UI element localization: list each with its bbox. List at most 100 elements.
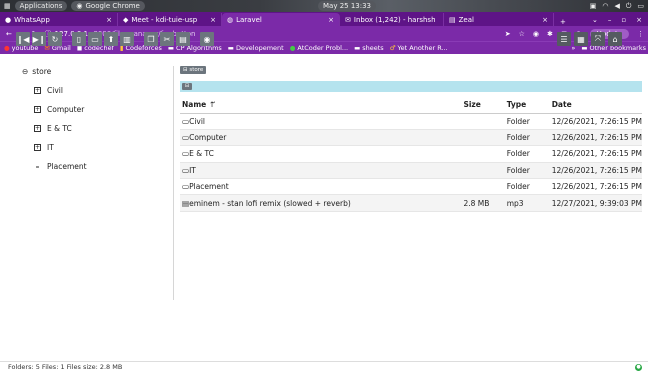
bookmark-developement[interactable]: ▬ Developement [228,44,284,52]
disk-selector-bar: ⊟ [180,81,642,92]
nav-forward-icon[interactable]: ▶❙ [32,32,46,46]
expand-icon[interactable]: + [34,124,41,132]
settings-icon[interactable]: ⌂ [608,32,622,46]
status-ok-icon[interactable]: ● [635,364,642,371]
breadcrumb[interactable]: ⊟ store [180,66,207,74]
view-toolbar: ☰ ▦ ⤧ ⌂ [557,32,622,46]
upload-icon[interactable]: ⬆ [104,32,118,46]
folder-icon: ▬ [354,44,361,52]
tree-item-computer[interactable]: + Computer [34,104,87,114]
tree-item-placement[interactable]: – Placement [34,161,87,171]
pane-divider[interactable] [173,66,174,300]
expand-icon[interactable]: + [34,105,41,113]
bookmark-atcoder[interactable]: ● AtCoder Probl... [290,44,348,52]
chevron-down-icon[interactable]: ⌄ [592,16,598,24]
puzzle-icon[interactable]: ✱ [547,30,553,38]
link-icon: ♂ [389,44,396,52]
send-icon[interactable]: ➤ [505,30,511,38]
copy-icon[interactable]: ❐ [144,32,158,46]
cut-icon[interactable]: ✂ [160,32,174,46]
meet-icon: ◆ [123,15,129,24]
tab-meet[interactable]: ◆ Meet - kdi-tuie-usp × [118,13,222,26]
table-row[interactable]: ▭Placement Folder 12/26/2021, 7:26:15 PM [180,178,642,196]
back-icon[interactable]: ← [6,30,12,38]
tab-inbox[interactable]: ✉ Inbox (1,242) - harshsh × [340,13,444,26]
table-row[interactable]: ▭IT Folder 12/26/2021, 7:26:15 PM [180,162,642,180]
youtube-icon: ● [4,44,10,52]
minimize-icon[interactable]: – [608,16,612,24]
applications-label: Applications [19,2,63,10]
new-tab-button[interactable]: + [554,18,572,26]
gmail-icon: ✉ [345,15,351,24]
applications-menu[interactable]: Applications [14,1,68,11]
list-view-icon[interactable]: ☰ [557,32,571,46]
tab-laravel[interactable]: ◍ Laravel × [222,13,340,26]
wifi-icon[interactable]: ◠ [602,2,608,10]
collapse-icon[interactable]: – [34,162,41,171]
folder-tree: ⊖ store + Civil + Computer + E & TC + IT… [22,66,87,171]
bookmark-sheets[interactable]: ▬ sheets [354,44,384,52]
maximize-icon[interactable]: ▫ [621,16,626,24]
close-window-icon[interactable]: × [636,16,642,24]
delete-icon[interactable]: ▥ [120,32,134,46]
file-table: Name ↑⃗ Size Type Date ▭Civil Folder 12/… [180,97,642,212]
status-bar: Folders: 5 Files: 1 Files size: 2.8 MB ● [0,361,648,373]
system-tray[interactable]: ▣ ◠ ◀ ⏻ ▭ [590,0,644,12]
nav-back-icon[interactable]: ❙◀ [16,32,30,46]
star-icon[interactable]: ☆ [519,30,525,38]
laravel-icon: ◍ [227,15,234,24]
zeal-icon: ▤ [449,15,456,24]
extension-icon[interactable]: ◉ [533,30,539,38]
atcoder-icon: ● [289,44,296,52]
whatsapp-icon: ● [5,15,12,24]
expand-icon[interactable]: + [34,86,41,94]
tree-item-civil[interactable]: + Civil [34,85,87,95]
refresh-icon[interactable]: ↻ [48,32,62,46]
fullscreen-icon[interactable]: ⤧ [591,32,605,46]
tree-item-etc[interactable]: + E & TC [34,123,87,133]
column-type[interactable]: Type [504,97,550,114]
disk-button[interactable]: ⊟ [182,83,192,90]
table-row[interactable]: ▭Civil Folder 12/26/2021, 7:26:15 PM [180,113,642,130]
disk-icon: ⊖ [22,66,29,76]
chrome-icon: ◉ [76,2,83,10]
battery-icon[interactable]: ▭ [637,2,644,10]
bookmark-yet-another[interactable]: ♂ Yet Another R... [390,44,448,52]
os-top-bar: ▦ Applications ◉ Google Chrome May 25 13… [0,0,648,12]
tab-whatsapp[interactable]: ● WhatsApp × [0,13,118,26]
sort-icon[interactable]: ↑⃗ [209,100,215,109]
status-text: Folders: 5 Files: 1 Files size: 2.8 MB [8,363,123,371]
tab-zeal[interactable]: ▤ Zeal × [444,13,554,26]
browser-tab-strip: ● WhatsApp × ◆ Meet - kdi-tuie-usp × ◍ L… [0,12,648,26]
close-icon[interactable]: × [100,16,112,24]
tree-item-it[interactable]: + IT [34,142,87,152]
table-row[interactable]: ▭E & TC Folder 12/26/2021, 7:26:15 PM [180,145,642,163]
close-icon[interactable]: × [204,16,216,24]
volume-icon[interactable]: ◀ [614,2,619,10]
paste-icon[interactable]: ▤ [176,32,190,46]
table-row[interactable]: ▭Computer Folder 12/26/2021, 7:26:15 PM [180,129,642,147]
grid-view-icon[interactable]: ▦ [574,32,588,46]
table-row[interactable]: ▤eminem - stan lofi remix (slowed + reve… [180,194,642,212]
column-date[interactable]: Date [549,97,642,114]
active-app-indicator[interactable]: ◉ Google Chrome [71,1,145,11]
column-size[interactable]: Size [461,97,505,114]
new-folder-icon[interactable]: ▭ [88,32,102,46]
table-header-row: Name ↑⃗ Size Type Date [180,97,642,114]
power-icon[interactable]: ⏻ [626,2,632,11]
apps-grid-icon[interactable]: ▦ [4,2,11,10]
disk-icon: ⊟ [183,67,188,73]
close-icon[interactable]: × [536,16,548,24]
file-toolbar: ❙◀ ▶❙ ↻ ▯ ▭ ⬆ ▥ ❐ ✂ ▤ ◉ [16,32,214,46]
tree-root[interactable]: ⊖ store [22,66,87,76]
menu-dots-icon[interactable]: ⋮ [637,30,644,38]
clock[interactable]: May 25 13:33 [318,1,377,11]
column-name[interactable]: Name ↑⃗ [180,97,462,114]
clipboard-icon[interactable]: ▣ [590,2,597,10]
preview-eye-icon[interactable]: ◉ [200,32,214,46]
active-app-label: Google Chrome [85,2,140,10]
close-icon[interactable]: × [322,16,334,24]
new-file-icon[interactable]: ▯ [72,32,86,46]
expand-icon[interactable]: + [34,143,41,151]
folder-icon: ▬ [227,44,234,52]
